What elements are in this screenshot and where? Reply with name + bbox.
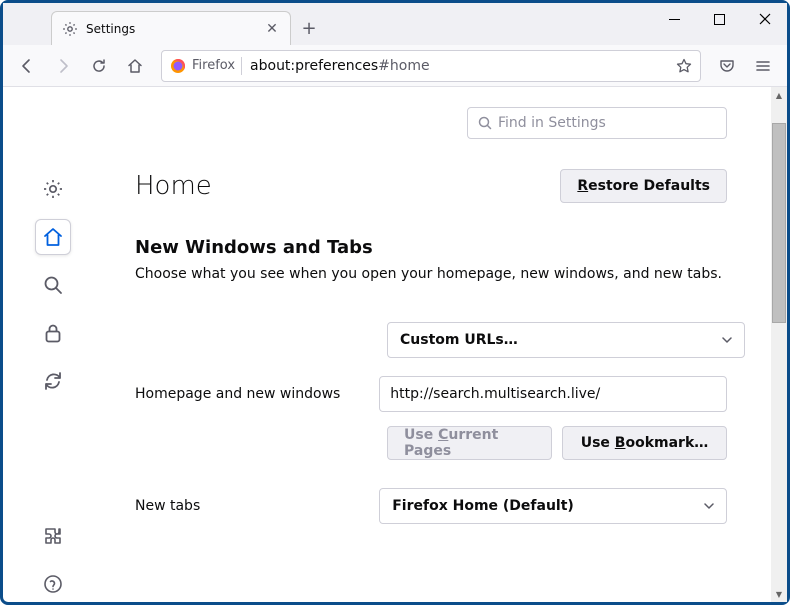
url-bar[interactable]: Firefox about:preferences#home	[161, 50, 701, 82]
newtabs-select[interactable]: Firefox Home (Default)	[379, 488, 727, 524]
homepage-url-input[interactable]	[379, 376, 727, 412]
tab-title: Settings	[86, 22, 256, 36]
scroll-down-arrow[interactable]: ▼	[771, 586, 787, 602]
settings-sidebar	[3, 87, 103, 602]
sidebar-item-home[interactable]	[35, 219, 71, 255]
browser-toolbar: Firefox about:preferences#home	[3, 45, 787, 87]
content-area: Home Restore Defaults New Windows and Ta…	[3, 87, 787, 602]
identity-box[interactable]: Firefox	[170, 57, 242, 75]
chevron-down-icon	[704, 503, 714, 509]
settings-search-input[interactable]	[498, 115, 716, 131]
scroll-up-arrow[interactable]: ▲	[771, 87, 787, 103]
url-text: about:preferences#home	[250, 58, 668, 74]
scrollbar-thumb[interactable]	[772, 123, 786, 323]
homepage-label: Homepage and new windows	[135, 386, 379, 402]
forward-button[interactable]	[47, 50, 79, 82]
sidebar-item-general[interactable]	[35, 171, 71, 207]
identity-label: Firefox	[192, 58, 235, 73]
search-icon	[478, 116, 492, 130]
sidebar-item-privacy[interactable]	[35, 315, 71, 351]
new-tab-button[interactable]: +	[295, 14, 323, 42]
homepage-mode-select[interactable]: Custom URLs…	[387, 322, 745, 358]
settings-search-field[interactable]	[467, 107, 727, 139]
settings-main-panel: Home Restore Defaults New Windows and Ta…	[103, 87, 787, 602]
home-button[interactable]	[119, 50, 151, 82]
reload-button[interactable]	[83, 50, 115, 82]
use-bookmark-button[interactable]: Use Bookmark…	[562, 426, 727, 460]
app-menu-button[interactable]	[747, 50, 779, 82]
section-heading: New Windows and Tabs	[135, 237, 727, 258]
window-close-button[interactable]	[742, 3, 787, 35]
back-button[interactable]	[11, 50, 43, 82]
browser-tab-settings[interactable]: Settings ✕	[51, 11, 291, 45]
newtabs-label: New tabs	[135, 498, 379, 514]
window-controls	[652, 3, 787, 35]
sidebar-item-help[interactable]	[35, 566, 71, 602]
restore-defaults-button[interactable]: Restore Defaults	[560, 169, 727, 203]
sidebar-item-extensions[interactable]	[35, 518, 71, 554]
page-title: Home	[135, 171, 212, 201]
vertical-scrollbar[interactable]: ▲ ▼	[771, 87, 787, 602]
section-description: Choose what you see when you open your h…	[135, 266, 727, 282]
bookmark-star-icon[interactable]	[676, 58, 692, 74]
sidebar-item-sync[interactable]	[35, 363, 71, 399]
chevron-down-icon	[722, 337, 732, 343]
sidebar-item-search[interactable]	[35, 267, 71, 303]
use-current-pages-button[interactable]: Use Current Pages	[387, 426, 552, 460]
tab-strip: Settings ✕ +	[3, 3, 787, 45]
firefox-logo-icon	[170, 58, 186, 74]
separator	[241, 57, 242, 75]
minimize-button[interactable]	[652, 3, 697, 35]
gear-icon	[62, 21, 78, 37]
select-value: Custom URLs…	[400, 332, 722, 348]
tab-close-button[interactable]: ✕	[264, 21, 280, 37]
maximize-button[interactable]	[697, 3, 742, 35]
pocket-button[interactable]	[711, 50, 743, 82]
select-value: Firefox Home (Default)	[392, 498, 704, 514]
